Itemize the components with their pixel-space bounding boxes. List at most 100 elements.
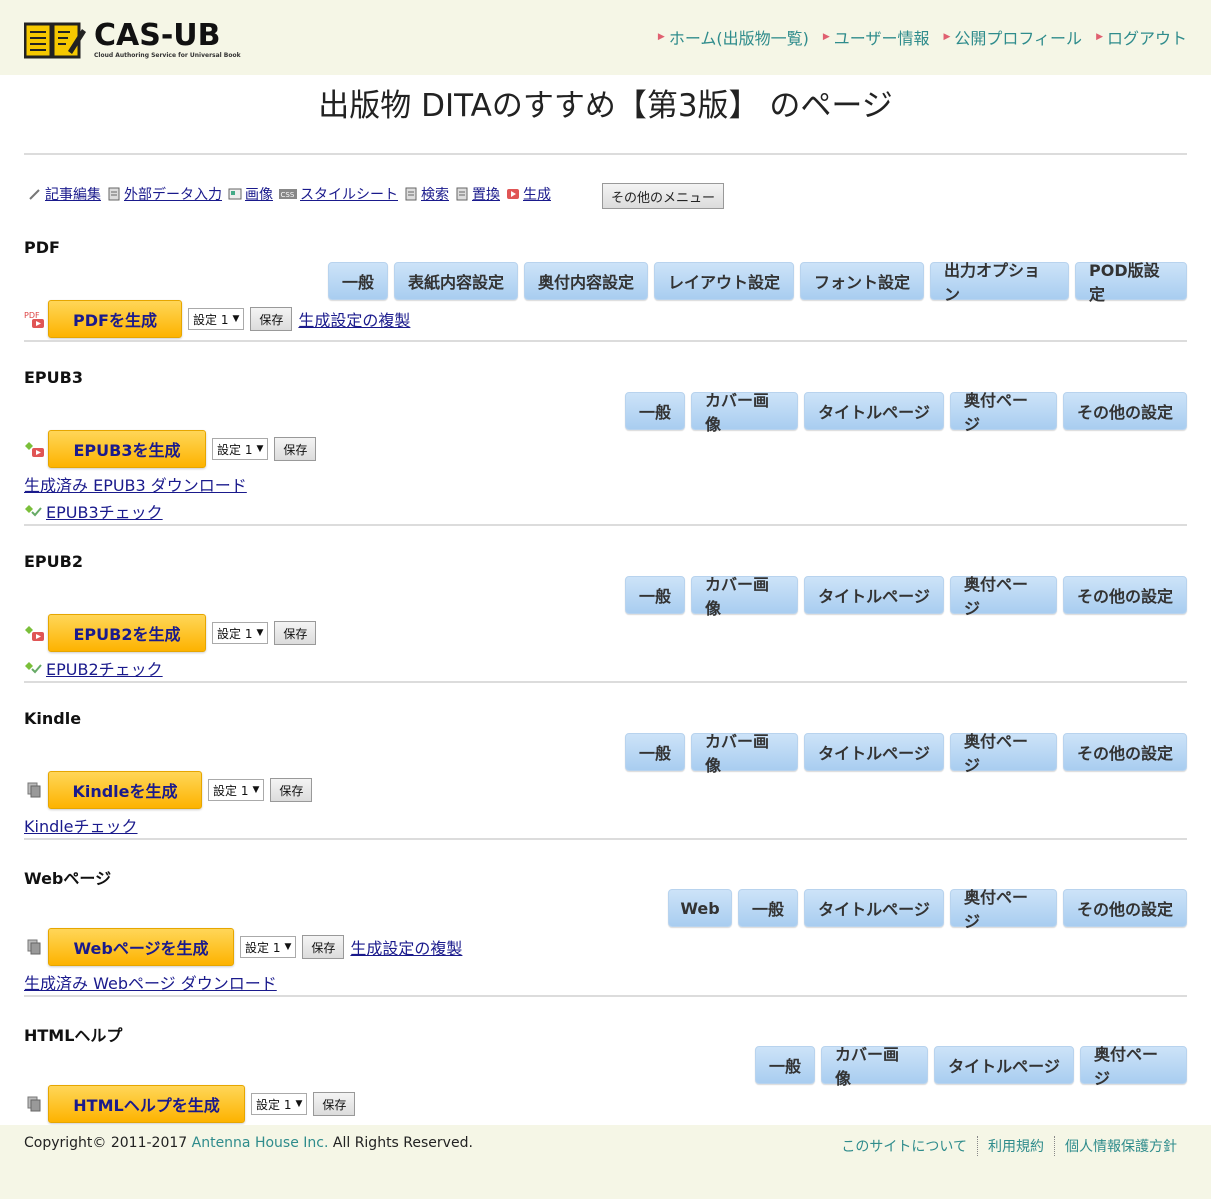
menu-edit-article[interactable]: 記事編集 (28, 184, 101, 204)
triangle-icon: ▶ (657, 32, 665, 42)
tab-epub2-general[interactable]: 一般 (625, 576, 685, 614)
divider (24, 524, 1187, 526)
logo[interactable]: CAS-UB Cloud Authoring Service for Unive… (23, 21, 241, 59)
dropdown-arrow-icon: ▼ (284, 942, 292, 952)
generate-kindle-button[interactable]: Kindleを生成 (48, 771, 202, 809)
menu-generate-label[interactable]: 生成 (523, 184, 551, 204)
epub3-setting-select[interactable]: 設定 1 ▼ (212, 438, 269, 460)
image-icon (228, 188, 242, 200)
menu-external-data-label[interactable]: 外部データ入力 (124, 184, 222, 204)
menu-replace-label[interactable]: 置換 (472, 184, 500, 204)
nav-user-info[interactable]: ▶ ユーザー情報 (823, 25, 930, 49)
menu-replace[interactable]: 置換 (455, 184, 500, 204)
menu-search-label[interactable]: 検索 (421, 184, 449, 204)
tab-pdf-layout[interactable]: レイアウト設定 (654, 262, 794, 300)
section-title-epub3: EPUB3 (24, 368, 83, 387)
tab-pdf-output-options[interactable]: 出力オプション (930, 261, 1069, 304)
menu-images-label[interactable]: 画像 (245, 184, 273, 204)
menu-stylesheet-label[interactable]: スタイルシート (300, 184, 398, 204)
tab-web-general[interactable]: 一般 (738, 889, 798, 927)
menu-bar: 記事編集 外部データ入力 画像 CSS スタイルシート 検索 置換 生成 (28, 184, 557, 204)
nav-user-info-label: ユーザー情報 (833, 29, 930, 48)
pdf-generate-row: PDF PDFを生成 設定 1 ▼ 保存 生成設定の複製 (24, 300, 410, 338)
epub3-check-link[interactable]: EPUB3チェック (46, 499, 163, 523)
tab-epub2-colophon[interactable]: 奥付ページ (950, 575, 1057, 618)
generate-pdf-button[interactable]: PDFを生成 (48, 300, 182, 338)
footer-links: このサイトについて 利用規約 個人情報保護方針 (831, 1136, 1187, 1156)
tab-kindle-cover[interactable]: カバー画像 (691, 732, 798, 775)
pdf-setting-select[interactable]: 設定 1 ▼ (188, 308, 245, 330)
epub3-download-link[interactable]: 生成済み EPUB3 ダウンロード (24, 472, 247, 496)
tab-pdf-pod[interactable]: POD版設定 (1075, 261, 1187, 304)
tab-epub3-other[interactable]: その他の設定 (1063, 392, 1187, 430)
epub2-generate-row: EPUB2を生成 設定 1 ▼ 保存 (24, 614, 317, 652)
menu-edit-article-label[interactable]: 記事編集 (45, 184, 101, 204)
tab-web-other[interactable]: その他の設定 (1063, 889, 1187, 927)
generate-epub2-button[interactable]: EPUB2を生成 (48, 614, 206, 652)
generate-epub3-button[interactable]: EPUB3を生成 (48, 430, 206, 468)
company-link[interactable]: Antenna House Inc. (192, 1135, 329, 1151)
footer-link-about[interactable]: このサイトについて (831, 1136, 977, 1156)
epub-play-icon (24, 439, 46, 459)
tab-epub3-colophon[interactable]: 奥付ページ (950, 391, 1057, 434)
tab-pdf-general[interactable]: 一般 (328, 262, 388, 300)
tab-pdf-cover[interactable]: 表紙内容設定 (394, 262, 518, 300)
htmlhelp-save-button[interactable]: 保存 (313, 1092, 356, 1116)
tab-kindle-title-page[interactable]: タイトルページ (804, 733, 944, 771)
tab-epub2-other[interactable]: その他の設定 (1063, 576, 1187, 614)
nav-logout[interactable]: ▶ ログアウト (1096, 25, 1187, 49)
tab-epub3-cover[interactable]: カバー画像 (691, 391, 798, 434)
tab-kindle-general[interactable]: 一般 (625, 733, 685, 771)
menu-stylesheet[interactable]: CSS スタイルシート (279, 184, 398, 204)
divider (24, 681, 1187, 683)
tab-epub2-cover[interactable]: カバー画像 (691, 575, 798, 618)
dropdown-arrow-icon: ▼ (256, 444, 264, 454)
tab-web-web[interactable]: Web (668, 889, 732, 927)
tab-epub2-title-page[interactable]: タイトルページ (804, 576, 944, 614)
menu-search[interactable]: 検索 (404, 184, 449, 204)
kindle-save-button[interactable]: 保存 (270, 778, 313, 802)
header: CAS-UB Cloud Authoring Service for Unive… (0, 0, 1211, 75)
tab-kindle-other[interactable]: その他の設定 (1063, 733, 1187, 771)
tab-htmlhelp-cover[interactable]: カバー画像 (821, 1045, 928, 1088)
web-download-link[interactable]: 生成済み Webページ ダウンロード (24, 970, 277, 994)
kindle-setting-select[interactable]: 設定 1 ▼ (208, 779, 265, 801)
tab-web-colophon[interactable]: 奥付ページ (950, 888, 1057, 931)
pdf-copy-settings-link[interactable]: 生成設定の複製 (298, 307, 410, 331)
pages-icon (24, 937, 46, 957)
css-icon: CSS (279, 189, 297, 199)
footer-link-terms[interactable]: 利用規約 (977, 1136, 1054, 1156)
menu-external-data[interactable]: 外部データ入力 (107, 184, 222, 204)
tab-htmlhelp-title-page[interactable]: タイトルページ (934, 1046, 1074, 1084)
nav-public-profile[interactable]: ▶ 公開プロフィール (943, 25, 1082, 49)
tab-htmlhelp-general[interactable]: 一般 (755, 1046, 815, 1084)
epub3-save-button[interactable]: 保存 (274, 437, 317, 461)
epub2-check-link[interactable]: EPUB2チェック (46, 656, 163, 680)
web-copy-settings-link[interactable]: 生成設定の複製 (350, 935, 462, 959)
nav-home[interactable]: ▶ ホーム(出版物一覧) (658, 25, 809, 49)
web-save-button[interactable]: 保存 (302, 935, 345, 959)
menu-images[interactable]: 画像 (228, 184, 273, 204)
pdf-save-button[interactable]: 保存 (250, 307, 293, 331)
generate-web-button[interactable]: Webページを生成 (48, 928, 234, 966)
epub3-tabs: 一般 カバー画像 タイトルページ 奥付ページ その他の設定 (625, 391, 1187, 434)
epub2-save-button[interactable]: 保存 (274, 621, 317, 645)
tab-pdf-font[interactable]: フォント設定 (800, 262, 924, 300)
epub3-generate-row: EPUB3を生成 設定 1 ▼ 保存 (24, 430, 317, 468)
menu-generate[interactable]: 生成 (506, 184, 551, 204)
footer-link-privacy[interactable]: 個人情報保護方針 (1054, 1136, 1187, 1156)
tab-htmlhelp-colophon[interactable]: 奥付ページ (1080, 1045, 1187, 1088)
kindle-check-link[interactable]: Kindleチェック (24, 813, 138, 837)
tab-epub3-general[interactable]: 一般 (625, 392, 685, 430)
htmlhelp-setting-select[interactable]: 設定 1 ▼ (251, 1093, 308, 1115)
other-menu-button[interactable]: その他のメニュー (602, 183, 724, 209)
tab-kindle-colophon[interactable]: 奥付ページ (950, 732, 1057, 775)
tab-web-title-page[interactable]: タイトルページ (804, 889, 944, 927)
generate-htmlhelp-button[interactable]: HTMLヘルプを生成 (48, 1085, 245, 1123)
tab-epub3-title-page[interactable]: タイトルページ (804, 392, 944, 430)
epub3-download-line: 生成済み EPUB3 ダウンロード (24, 472, 247, 496)
tab-pdf-colophon[interactable]: 奥付内容設定 (524, 262, 648, 300)
epub2-setting-select[interactable]: 設定 1 ▼ (212, 622, 269, 644)
kindle-setting-value: 設定 1 (213, 783, 249, 798)
web-setting-select[interactable]: 設定 1 ▼ (240, 936, 297, 958)
